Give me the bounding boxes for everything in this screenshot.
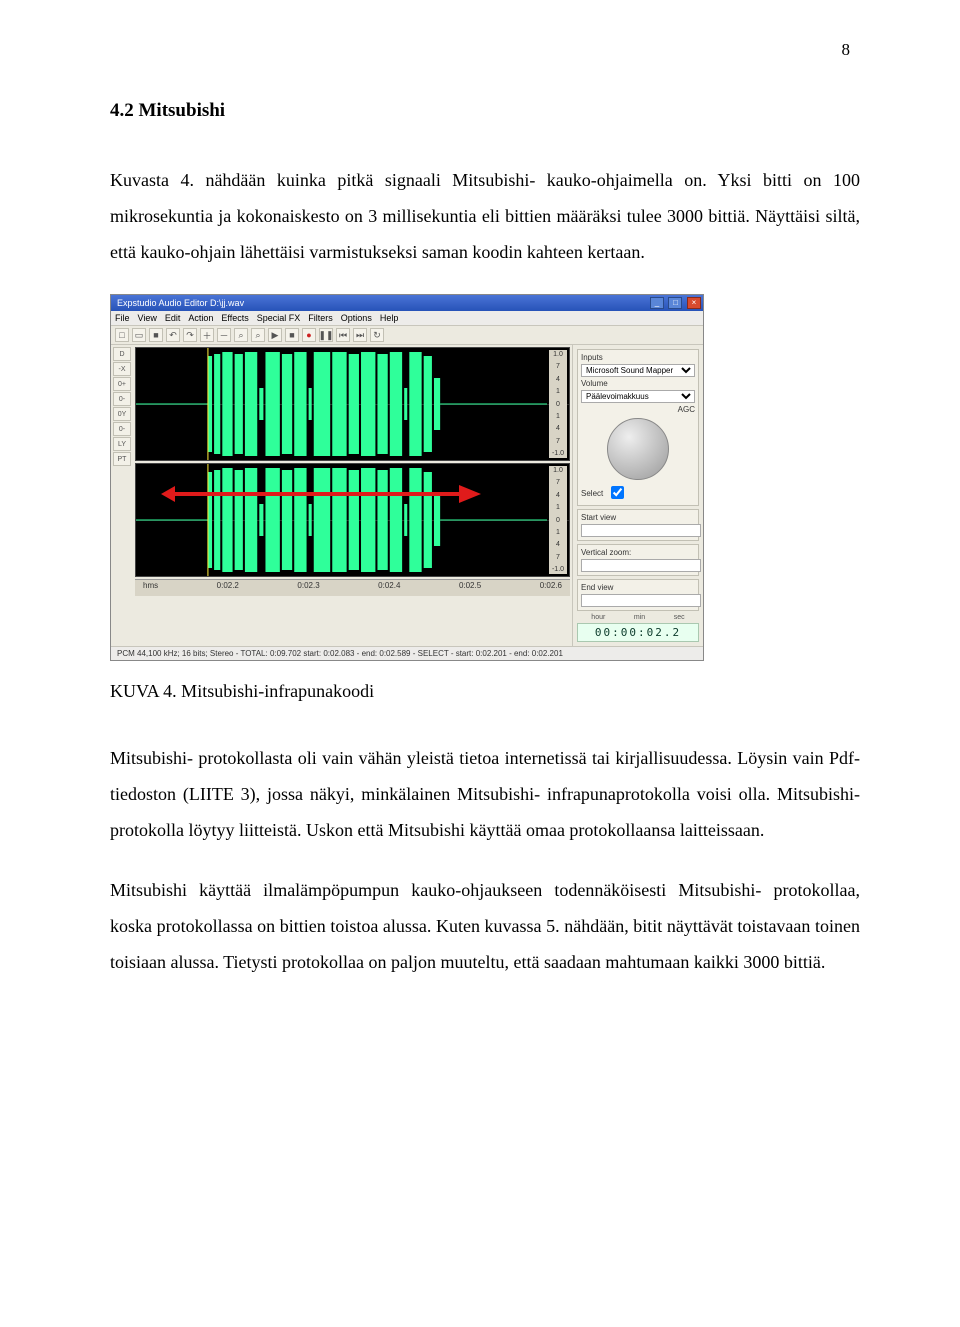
left-tool-zoomout[interactable]: 0- bbox=[113, 392, 131, 406]
tool-redo-icon[interactable]: ↷ bbox=[183, 328, 197, 342]
toolbar: □ ▭ ■ ↶ ↷ ＋ － ⌕ ⌕ ▶ ■ ● ❚❚ ⏮ ⏭ ↻ bbox=[111, 326, 703, 345]
menubar: File View Edit Action Effects Special FX… bbox=[111, 311, 703, 326]
ruler-t3: 0:02.4 bbox=[378, 581, 400, 595]
input-device-select[interactable]: Microsoft Sound Mapper bbox=[581, 364, 695, 377]
waveform-right-icon bbox=[136, 464, 547, 576]
left-toolbar: D -X 0+ 0- 0Y 0- LY PT bbox=[111, 345, 133, 646]
tc-sec-label: sec bbox=[674, 614, 685, 621]
statusbar: PCM 44,100 kHz; 16 bits; Stereo - TOTAL:… bbox=[111, 646, 703, 660]
vertical-zoom-group: Vertical zoom: bbox=[577, 544, 699, 576]
tool-zoom-out-icon[interactable]: － bbox=[217, 328, 231, 342]
left-tool-ly[interactable]: LY bbox=[113, 437, 131, 451]
amplitude-scale-right: 1.07410147-1.0 bbox=[549, 466, 567, 574]
ruler-t1: 0:02.2 bbox=[217, 581, 239, 595]
tool-zoom-in-icon[interactable]: ＋ bbox=[200, 328, 214, 342]
figure-caption: KUVA 4. Mitsubishi-infrapunakoodi bbox=[110, 681, 860, 702]
select-label: Select bbox=[581, 489, 603, 498]
menu-help[interactable]: Help bbox=[380, 313, 399, 323]
menu-options[interactable]: Options bbox=[341, 313, 372, 323]
paragraph-1: Kuvasta 4. nähdään kuinka pitkä signaali… bbox=[110, 162, 860, 270]
left-tool-x[interactable]: -X bbox=[113, 362, 131, 376]
page-number: 8 bbox=[110, 40, 860, 60]
left-tool-zoomin[interactable]: 0+ bbox=[113, 377, 131, 391]
right-panel: Inputs Microsoft Sound Mapper Volume Pää… bbox=[572, 345, 703, 646]
tool-stop-icon[interactable]: ■ bbox=[285, 328, 299, 342]
start-view-label: Start view bbox=[581, 513, 695, 522]
ruler-t4: 0:02.5 bbox=[459, 581, 481, 595]
inputs-group: Inputs Microsoft Sound Mapper Volume Pää… bbox=[577, 349, 699, 506]
menu-filters[interactable]: Filters bbox=[308, 313, 333, 323]
ruler-t2: 0:02.3 bbox=[297, 581, 319, 595]
timecode-display: 00:00:02.2 bbox=[577, 623, 699, 642]
window-title: Expstudio Audio Editor D:\jj.wav bbox=[113, 298, 648, 308]
menu-file[interactable]: File bbox=[115, 313, 130, 323]
tc-hour-label: hour bbox=[591, 614, 605, 621]
left-tool-zy[interactable]: 0Y bbox=[113, 407, 131, 421]
ruler-t5: 0:02.6 bbox=[540, 581, 562, 595]
maximize-icon[interactable]: □ bbox=[668, 297, 682, 309]
menu-view[interactable]: View bbox=[138, 313, 157, 323]
amplitude-scale-left: 1.07410147-1.0 bbox=[549, 350, 567, 458]
menu-effects[interactable]: Effects bbox=[221, 313, 248, 323]
waveform-channel-right[interactable]: 1.07410147-1.0 bbox=[135, 463, 570, 577]
volume-knob[interactable] bbox=[607, 418, 669, 480]
minimize-icon[interactable]: _ bbox=[650, 297, 664, 309]
tool-record-icon[interactable]: ● bbox=[302, 328, 316, 342]
tool-begin-icon[interactable]: ⏮ bbox=[336, 328, 350, 342]
menu-specialfx[interactable]: Special FX bbox=[257, 313, 301, 323]
menu-edit[interactable]: Edit bbox=[165, 313, 181, 323]
time-ruler: hms 0:02.2 0:02.3 0:02.4 0:02.5 0:02.6 bbox=[135, 579, 570, 596]
inputs-label: Inputs bbox=[581, 353, 695, 362]
left-tool-pt[interactable]: PT bbox=[113, 452, 131, 466]
end-view-input[interactable] bbox=[581, 594, 701, 607]
waveform-left-icon bbox=[136, 348, 547, 460]
channel-select[interactable]: Päälevoimakkuus bbox=[581, 390, 695, 403]
paragraph-3: Mitsubishi käyttää ilmalämpöpumpun kauko… bbox=[110, 872, 860, 980]
vertical-zoom-input[interactable] bbox=[581, 559, 701, 572]
tc-min-label: min bbox=[634, 614, 645, 621]
tool-undo-icon[interactable]: ↶ bbox=[166, 328, 180, 342]
figure-4: Expstudio Audio Editor D:\jj.wav _ □ × F… bbox=[110, 294, 710, 661]
close-icon[interactable]: × bbox=[687, 297, 701, 309]
tool-zoom-icon[interactable]: ⌕ bbox=[234, 328, 248, 342]
paragraph-2: Mitsubishi- protokollasta oli vain vähän… bbox=[110, 740, 860, 848]
select-checkbox[interactable] bbox=[611, 486, 624, 499]
menu-action[interactable]: Action bbox=[188, 313, 213, 323]
tool-new-icon[interactable]: □ bbox=[115, 328, 129, 342]
vertical-zoom-label: Vertical zoom: bbox=[581, 548, 695, 557]
volume-label: Volume bbox=[581, 379, 695, 388]
waveform-area: 1.07410147-1.0 bbox=[133, 345, 572, 646]
tool-open-icon[interactable]: ▭ bbox=[132, 328, 146, 342]
tool-save-icon[interactable]: ■ bbox=[149, 328, 163, 342]
left-tool-zyout[interactable]: 0- bbox=[113, 422, 131, 436]
end-view-group: End view bbox=[577, 579, 699, 611]
end-view-label: End view bbox=[581, 583, 695, 592]
tool-pause-icon[interactable]: ❚❚ bbox=[319, 328, 333, 342]
agc-label: AGC bbox=[581, 405, 695, 414]
start-view-input[interactable] bbox=[581, 524, 701, 537]
start-view-group: Start view bbox=[577, 509, 699, 541]
ruler-hms: hms bbox=[143, 581, 158, 595]
waveform-channel-left[interactable]: 1.07410147-1.0 bbox=[135, 347, 570, 461]
audio-editor-screenshot: Expstudio Audio Editor D:\jj.wav _ □ × F… bbox=[110, 294, 704, 661]
tool-play-icon[interactable]: ▶ bbox=[268, 328, 282, 342]
tool-loop-icon[interactable]: ↻ bbox=[370, 328, 384, 342]
timecode-group: hour min sec 00:00:02.2 bbox=[577, 614, 699, 642]
window-titlebar: Expstudio Audio Editor D:\jj.wav _ □ × bbox=[111, 295, 703, 311]
editor-body: D -X 0+ 0- 0Y 0- LY PT bbox=[111, 345, 703, 646]
tool-end-icon[interactable]: ⏭ bbox=[353, 328, 367, 342]
section-heading: 4.2 Mitsubishi bbox=[110, 100, 860, 122]
left-tool-d[interactable]: D bbox=[113, 347, 131, 361]
tool-zoom-sel-icon[interactable]: ⌕ bbox=[251, 328, 265, 342]
